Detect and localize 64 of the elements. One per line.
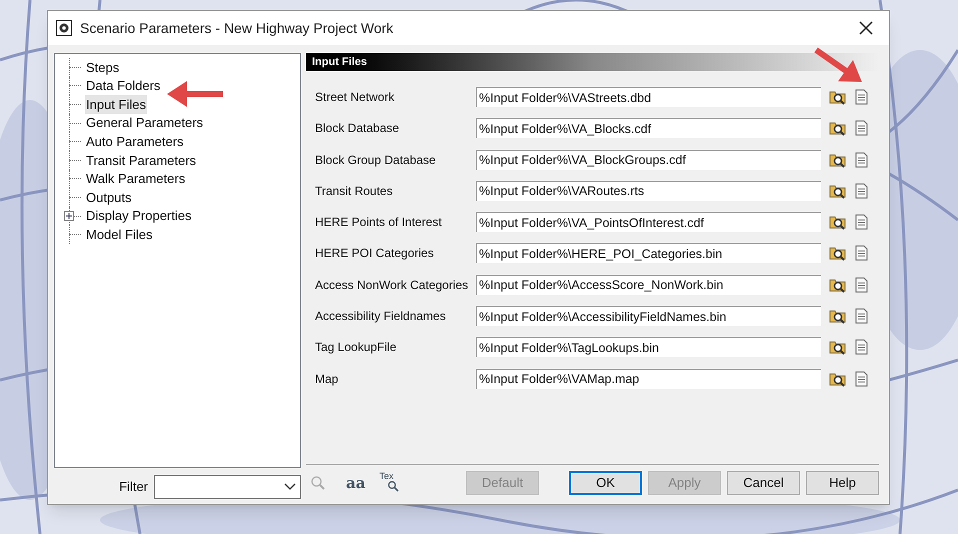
browse-folder-icon[interactable]: [829, 339, 847, 356]
tree-item[interactable]: Input Files: [85, 94, 147, 114]
filter-dropdown[interactable]: [154, 475, 301, 499]
annotation-arrow-icon: [165, 79, 225, 109]
search-icon: [387, 480, 400, 492]
file-path-field[interactable]: %Input Folder%\AccessibilityFieldNames.bin: [476, 306, 821, 326]
document-icon[interactable]: [855, 245, 868, 262]
document-icon[interactable]: [855, 182, 868, 199]
tree-item[interactable]: Auto Parameters: [85, 132, 185, 152]
document-icon[interactable]: [855, 152, 868, 168]
tree-item[interactable]: Outputs: [85, 188, 133, 208]
dialog-button[interactable]: OK: [569, 471, 642, 495]
file-path-field[interactable]: %Input Folder%\VARoutes.rts: [476, 180, 821, 201]
expand-icon[interactable]: [64, 211, 74, 222]
text-search-button[interactable]: Tex: [379, 472, 402, 494]
browse-folder-icon[interactable]: [829, 120, 847, 136]
match-case-button[interactable]: aa: [346, 472, 366, 494]
browse-folder-icon[interactable]: [829, 308, 847, 324]
tree-item[interactable]: Data Folders: [85, 76, 162, 96]
field-label: Map: [314, 370, 340, 388]
browse-folder-icon[interactable]: [829, 182, 847, 199]
browse-folder-icon[interactable]: [829, 152, 847, 168]
field-label: Street Network: [314, 89, 396, 106]
field-label: Block Group Database: [314, 152, 437, 169]
field-label: Accessibility Fieldnames: [314, 308, 447, 326]
close-icon[interactable]: [859, 21, 873, 35]
document-icon[interactable]: [855, 276, 868, 293]
field-label: Transit Routes: [314, 182, 394, 200]
document-icon[interactable]: [855, 339, 868, 356]
window-title: Scenario Parameters - New Highway Project Work: [80, 18, 394, 38]
field-label: HERE Points of Interest: [314, 214, 443, 232]
field-label: Tag LookupFile: [314, 339, 398, 356]
file-path-field[interactable]: %Input Folder%\TagLookups.bin: [476, 337, 821, 358]
browse-folder-icon[interactable]: [829, 245, 847, 262]
browse-folder-icon[interactable]: [829, 370, 847, 387]
document-icon[interactable]: [855, 89, 868, 105]
gear-icon: [56, 20, 72, 36]
file-path-field[interactable]: %Input Folder%\VAStreets.dbd: [476, 87, 821, 107]
tree-item[interactable]: Walk Parameters: [85, 169, 186, 189]
file-path-field[interactable]: %Input Folder%\VA_Blocks.cdf: [476, 118, 821, 138]
field-label: Block Database: [314, 120, 400, 138]
tree-item[interactable]: General Parameters: [85, 113, 204, 133]
file-path-field[interactable]: %Input Folder%\VA_BlockGroups.cdf: [476, 150, 821, 170]
field-label: HERE POI Categories: [314, 245, 435, 262]
tree-item[interactable]: Display Properties: [85, 206, 192, 226]
tree-item[interactable]: Steps: [85, 58, 120, 78]
browse-folder-icon[interactable]: [829, 89, 847, 105]
document-icon[interactable]: [855, 214, 868, 230]
file-path-field[interactable]: %Input Folder%\VA_PointsOfInterest.cdf: [476, 212, 821, 232]
dialog-button[interactable]: Cancel: [727, 471, 800, 495]
field-label: Access NonWork Categories: [314, 276, 470, 294]
document-icon[interactable]: [855, 308, 868, 324]
file-path-field[interactable]: %Input Folder%\VAMap.map: [476, 368, 821, 389]
chevron-down-icon: [284, 483, 296, 491]
filter-label: Filter: [119, 478, 148, 496]
browse-folder-icon[interactable]: [829, 276, 847, 293]
browse-folder-icon[interactable]: [829, 214, 847, 230]
file-path-field[interactable]: %Input Folder%\AccessScore_NonWork.bin: [476, 274, 821, 295]
tree-item[interactable]: Transit Parameters: [85, 150, 198, 170]
document-icon[interactable]: [855, 370, 868, 387]
dialog-button[interactable]: Help: [806, 471, 879, 495]
tree-item[interactable]: Model Files: [85, 224, 154, 244]
file-path-field[interactable]: %Input Folder%\HERE_POI_Categories.bin: [476, 243, 821, 264]
document-icon[interactable]: [855, 120, 868, 136]
